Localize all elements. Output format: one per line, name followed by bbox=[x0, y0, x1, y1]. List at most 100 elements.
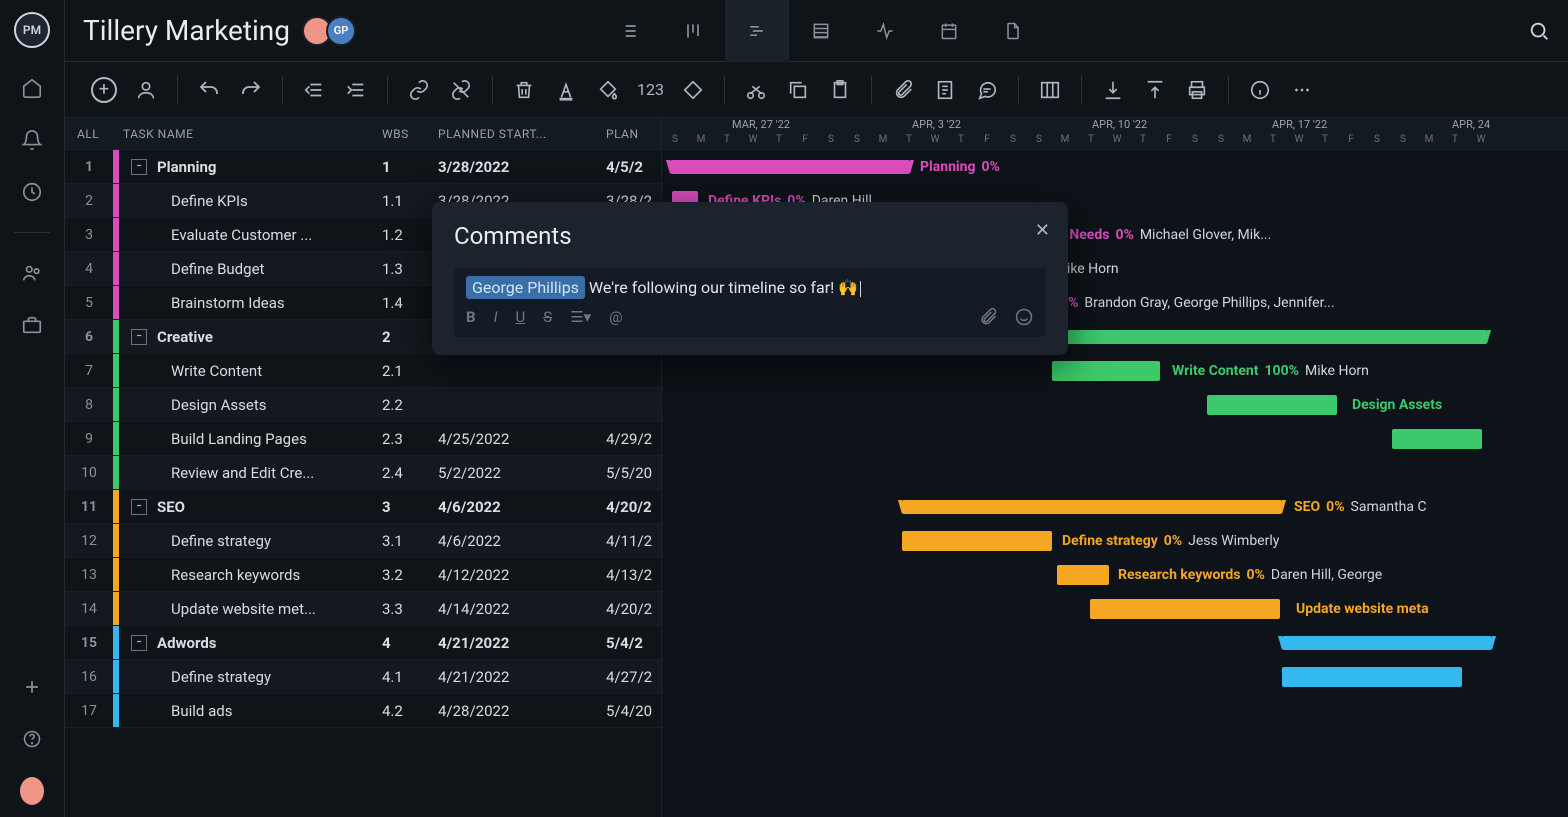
task-name-cell[interactable]: Build ads bbox=[119, 702, 382, 720]
print-button[interactable] bbox=[1184, 77, 1210, 103]
comment-input[interactable]: George Phillips We're following our time… bbox=[454, 268, 1046, 337]
product-logo[interactable]: PM bbox=[14, 12, 50, 48]
redo-button[interactable] bbox=[238, 77, 264, 103]
start-date-cell[interactable]: 4/12/2022 bbox=[438, 566, 606, 584]
add-icon[interactable] bbox=[20, 675, 44, 699]
italic-button[interactable]: I bbox=[494, 308, 498, 326]
start-date-cell[interactable]: 4/6/2022 bbox=[438, 498, 606, 516]
paste-button[interactable] bbox=[827, 77, 853, 103]
recent-icon[interactable] bbox=[20, 180, 44, 204]
list-button[interactable]: ☰▾ bbox=[570, 308, 591, 326]
end-date-cell[interactable]: 4/29/2 bbox=[606, 430, 661, 448]
list-view-icon[interactable] bbox=[597, 0, 661, 62]
column-header-wbs[interactable]: WBS bbox=[382, 127, 438, 141]
cut-button[interactable] bbox=[743, 77, 769, 103]
table-row[interactable]: 12 Define strategy 3.1 4/6/2022 4/11/2 bbox=[65, 524, 661, 558]
copy-button[interactable] bbox=[785, 77, 811, 103]
gantt-row[interactable] bbox=[662, 694, 1568, 728]
task-name-cell[interactable]: Update website met... bbox=[119, 600, 382, 618]
gantt-bar[interactable] bbox=[1057, 565, 1109, 585]
milestone-button[interactable] bbox=[680, 77, 706, 103]
gantt-bar[interactable] bbox=[1052, 361, 1160, 381]
gantt-row[interactable]: SEO0%Samantha C bbox=[662, 490, 1568, 524]
table-row[interactable]: 14 Update website met... 3.3 4/14/2022 4… bbox=[65, 592, 661, 626]
sheet-view-icon[interactable] bbox=[789, 0, 853, 62]
start-date-cell[interactable]: 4/6/2022 bbox=[438, 532, 606, 550]
close-icon[interactable]: ✕ bbox=[1035, 220, 1050, 241]
comments-button[interactable] bbox=[974, 77, 1000, 103]
gantt-bar[interactable] bbox=[1392, 429, 1482, 449]
user-avatar[interactable] bbox=[20, 779, 44, 803]
task-name-cell[interactable]: − Planning bbox=[119, 158, 382, 176]
column-header-name[interactable]: TASK NAME bbox=[113, 127, 382, 141]
task-name-cell[interactable]: − Adwords bbox=[119, 634, 382, 652]
gantt-bar[interactable] bbox=[1282, 667, 1462, 687]
end-date-cell[interactable]: 4/20/2 bbox=[606, 498, 661, 516]
task-name-cell[interactable]: − Creative bbox=[119, 328, 382, 346]
mention-chip[interactable]: George Phillips bbox=[466, 276, 585, 299]
gantt-bar[interactable] bbox=[1057, 330, 1487, 344]
task-name-cell[interactable]: Define KPIs bbox=[119, 192, 382, 210]
column-header-all[interactable]: ALL bbox=[65, 127, 113, 141]
delete-button[interactable] bbox=[511, 77, 537, 103]
board-view-icon[interactable] bbox=[661, 0, 725, 62]
search-icon[interactable] bbox=[1528, 20, 1550, 42]
home-icon[interactable] bbox=[20, 76, 44, 100]
gantt-row[interactable]: Define strategy0%Jess Wimberly bbox=[662, 524, 1568, 558]
link-button[interactable] bbox=[406, 77, 432, 103]
underline-button[interactable]: U bbox=[516, 308, 526, 326]
gantt-row[interactable]: Design Assets bbox=[662, 388, 1568, 422]
export-button[interactable] bbox=[1142, 77, 1168, 103]
import-button[interactable] bbox=[1100, 77, 1126, 103]
column-header-start[interactable]: PLANNED START... bbox=[438, 127, 606, 141]
end-date-cell[interactable]: 5/4/20 bbox=[606, 702, 661, 720]
activity-view-icon[interactable] bbox=[853, 0, 917, 62]
start-date-cell[interactable]: 4/21/2022 bbox=[438, 668, 606, 686]
gantt-view-icon[interactable] bbox=[725, 0, 789, 62]
column-header-end[interactable]: PLAN bbox=[606, 127, 661, 141]
strike-button[interactable]: S bbox=[543, 308, 552, 326]
gantt-row[interactable] bbox=[662, 422, 1568, 456]
mention-button[interactable]: @ bbox=[609, 308, 622, 326]
gantt-row[interactable]: Write Content100%Mike Horn bbox=[662, 354, 1568, 388]
task-name-cell[interactable]: Define Budget bbox=[119, 260, 382, 278]
end-date-cell[interactable]: 4/20/2 bbox=[606, 600, 661, 618]
gantt-bar[interactable] bbox=[1207, 395, 1337, 415]
task-name-cell[interactable]: Define strategy bbox=[119, 532, 382, 550]
end-date-cell[interactable]: 4/27/2 bbox=[606, 668, 661, 686]
start-date-cell[interactable]: 4/28/2022 bbox=[438, 702, 606, 720]
attachment-button[interactable] bbox=[890, 77, 916, 103]
project-members[interactable]: GP bbox=[308, 16, 356, 46]
fill-color-button[interactable] bbox=[595, 77, 621, 103]
end-date-cell[interactable]: 4/13/2 bbox=[606, 566, 661, 584]
more-button[interactable] bbox=[1289, 77, 1315, 103]
table-row[interactable]: 15 − Adwords 4 4/21/2022 5/4/2 bbox=[65, 626, 661, 660]
start-date-cell[interactable]: 5/2/2022 bbox=[438, 464, 606, 482]
outdent-button[interactable] bbox=[301, 77, 327, 103]
add-task-button[interactable]: + bbox=[91, 77, 117, 103]
gantt-row[interactable]: Research keywords0%Daren Hill, George bbox=[662, 558, 1568, 592]
gantt-row[interactable] bbox=[662, 626, 1568, 660]
end-date-cell[interactable]: 4/5/2 bbox=[606, 158, 661, 176]
gantt-row[interactable]: Update website meta bbox=[662, 592, 1568, 626]
collapse-toggle[interactable]: − bbox=[131, 329, 147, 345]
calendar-view-icon[interactable] bbox=[917, 0, 981, 62]
start-date-cell[interactable]: 4/21/2022 bbox=[438, 634, 606, 652]
text-color-button[interactable] bbox=[553, 77, 579, 103]
columns-button[interactable] bbox=[1037, 77, 1063, 103]
task-name-cell[interactable]: Build Landing Pages bbox=[119, 430, 382, 448]
gantt-bar[interactable] bbox=[1090, 599, 1280, 619]
collapse-toggle[interactable]: − bbox=[131, 159, 147, 175]
table-row[interactable]: 16 Define strategy 4.1 4/21/2022 4/27/2 bbox=[65, 660, 661, 694]
team-icon[interactable] bbox=[20, 261, 44, 285]
undo-button[interactable] bbox=[196, 77, 222, 103]
gantt-row[interactable] bbox=[662, 660, 1568, 694]
collapse-toggle[interactable]: − bbox=[131, 499, 147, 515]
gantt-bar[interactable] bbox=[902, 531, 1052, 551]
help-icon[interactable] bbox=[20, 727, 44, 751]
gantt-row[interactable] bbox=[662, 456, 1568, 490]
collapse-toggle[interactable]: − bbox=[131, 635, 147, 651]
unlink-button[interactable] bbox=[448, 77, 474, 103]
info-button[interactable] bbox=[1247, 77, 1273, 103]
table-row[interactable]: 1 − Planning 1 3/28/2022 4/5/2 bbox=[65, 150, 661, 184]
